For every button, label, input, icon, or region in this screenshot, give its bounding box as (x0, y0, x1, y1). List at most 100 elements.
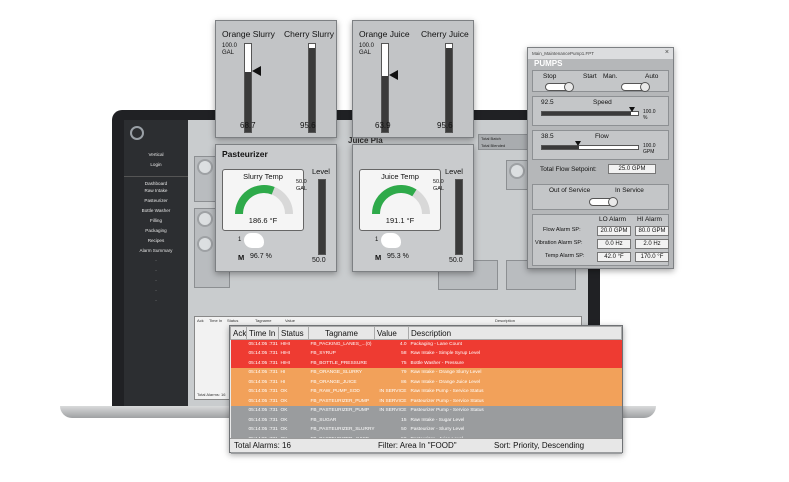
nav-item[interactable]: Vertical (124, 150, 188, 160)
nav-item[interactable]: Packaging (124, 226, 188, 236)
nav-item[interactable]: · (124, 256, 188, 266)
tank-name: Cherry Slurry (284, 29, 335, 39)
slider-fill (542, 112, 631, 115)
slurry-temp-gauge: Slurry Temp 186.6 °F (222, 169, 304, 231)
tank-tube (445, 43, 453, 133)
speed-value: 92.5 (541, 99, 554, 106)
nav-item[interactable]: Dashboard (124, 176, 188, 186)
service-section: Out of Service In Service (532, 184, 669, 210)
value-cell: IN SERVICE (379, 389, 407, 395)
tank-scale-unit: GAL (222, 50, 235, 56)
tank-name: Orange Slurry (222, 29, 275, 39)
col-tagname[interactable]: Tagname (308, 326, 375, 340)
status-cell: HI (280, 379, 286, 385)
tank-scale: 100.0 GAL (222, 43, 237, 57)
description-cell: Pasteurizer Pump - Service Status (410, 408, 484, 414)
pumps-window: Main_MaintenancePump1.FPT × PUMPS Stop S… (527, 47, 674, 269)
mode-label: M (238, 253, 245, 262)
setpoint-label: Total Flow Setpoint: (540, 166, 597, 173)
time-cell: 05:14:05 :731 (248, 408, 278, 414)
nav-item[interactable]: · (124, 286, 188, 296)
pump-icon[interactable] (381, 233, 401, 248)
tank-value: 63.9 (375, 121, 391, 130)
auto-label: Auto (645, 73, 659, 80)
level-scale: 50.0 GAL (296, 179, 307, 192)
toggle-knob (640, 82, 650, 92)
laptop-alarm-header: Tagname (255, 318, 272, 323)
tank-value: 95.6 (437, 121, 453, 130)
ack-cell (231, 387, 247, 397)
nav-item[interactable]: Bottle Washer (124, 206, 188, 216)
level-scale-top: 50.0 (296, 179, 307, 185)
nav-item[interactable]: Alarm Summary (124, 246, 188, 256)
alarm-row[interactable]: 05:14:05 :731 OK FB_PASTEURIZER_PUMP IN SER… (230, 396, 622, 406)
col-value[interactable]: Value (374, 326, 409, 340)
alarm-row[interactable]: 05:14:05 :731 OK FB_PASTEURIZER_SLURRY 50 Pa… (230, 425, 622, 435)
alarm-row[interactable]: 05:14:05 :731 HIHI FB_SYRUP 58 Raw Intake - … (230, 349, 622, 359)
tag-cell: FB_BOTTLE_PRESSURE (310, 360, 368, 366)
toggle-knob (608, 197, 618, 207)
speed-max: 100.0% (643, 109, 656, 121)
alarm-row[interactable]: 05:14:05 :731 HI FB_ORANGE_SLURRY 79 Raw Int… (230, 368, 622, 378)
nav-item[interactable]: Login (124, 160, 188, 170)
tank-value: 68.7 (240, 121, 256, 130)
hi-alarm-header: HI Alarm (637, 216, 662, 223)
tank-pointer-icon[interactable] (389, 70, 398, 81)
window-titlebar: Main_MaintenancePump1.FPT × (528, 48, 673, 59)
alarm-row[interactable]: 05:14:05 :731 HI FB_ORANGE_JUICE 86 Raw Inta… (230, 377, 622, 388)
status-cell: OK (280, 408, 288, 414)
start-stop-toggle[interactable] (545, 82, 574, 92)
tank-tube (308, 43, 316, 133)
flow-slider[interactable] (541, 145, 639, 150)
col-description[interactable]: Description (408, 326, 622, 340)
alarm-header-row: Ack Time In Status Tagname Value Descrip… (230, 326, 622, 340)
nav-item[interactable]: Filling (124, 216, 188, 226)
alarm-row[interactable]: 05:14:05 :731 HIHI FB_PACKING_LANES_...(0)… (230, 339, 622, 350)
service-toggle[interactable] (589, 197, 618, 207)
col-time-in[interactable]: Time In (246, 326, 279, 340)
temp-alarm-lo-field[interactable]: 42.0 °F (597, 252, 631, 262)
pump-icon[interactable] (244, 233, 264, 248)
alarm-row[interactable]: 05:14:05 :731 OK FB_RAW_PUMP_SOD IN SERVICE… (230, 387, 622, 397)
speed-label: Speed (593, 99, 612, 106)
level-scale: 50.0 GAL (433, 179, 444, 192)
time-cell: 05:14:05 :731 (248, 370, 278, 376)
alarm-row[interactable]: 05:14:05 :731 OK FB_PASTEURIZER_PUMP IN SER… (230, 406, 622, 416)
nav-item[interactable]: Recipes (124, 236, 188, 246)
slurry-tanks-panel: Orange Slurry 100.0 GAL 68.7 Cherry Slurr… (215, 20, 337, 138)
nav-item[interactable]: Raw Intake (124, 186, 188, 196)
flow-max: 100.0 GPM (643, 143, 656, 155)
vibration-alarm-hi-field[interactable]: 2.0 Hz (635, 239, 669, 249)
setpoint-field[interactable]: 25.0 GPM (608, 164, 656, 174)
ack-cell (231, 340, 247, 350)
man-auto-toggle[interactable] (621, 82, 650, 92)
time-cell: 05:14:05 :731 (248, 389, 278, 395)
nav-item[interactable]: Pasteurizer (124, 196, 188, 206)
nav-item[interactable]: · (124, 266, 188, 276)
status-cell: HIHI (280, 342, 291, 347)
value-cell: 79 (401, 370, 407, 376)
flow-alarm-hi-field[interactable]: 80.0 GPM (635, 226, 669, 236)
nav-item[interactable]: · (124, 296, 188, 306)
ack-cell (231, 349, 247, 359)
tank-pointer-icon[interactable] (252, 66, 261, 77)
speed-slider[interactable] (541, 111, 639, 116)
nav-item[interactable]: · (124, 276, 188, 286)
alarm-row[interactable]: 05:14:05 :731 OK FB_SUGAR 15 Raw Intake - Su… (230, 415, 622, 425)
flow-alarm-lo-field[interactable]: 20.0 GPM (597, 226, 631, 236)
pasteurizer-panel: Pasteurizer Slurry Temp 186.6 °F Level 5… (215, 144, 337, 272)
flow-value: 38.5 (541, 133, 554, 140)
gauge-arc (235, 185, 275, 215)
temp-alarm-hi-field[interactable]: 170.0 °F (635, 252, 669, 262)
vibration-alarm-lo-field[interactable]: 0.0 Hz (597, 239, 631, 249)
alarm-row[interactable]: 05:14:05 :731 HIHI FB_BOTTLE_PRESSURE 75 Bot… (230, 358, 622, 368)
lo-alarm-header: LO Alarm (599, 216, 627, 223)
ack-cell (231, 425, 247, 435)
tank-fill (309, 47, 315, 132)
col-ack[interactable]: Ack (230, 326, 247, 340)
tag-cell: FB_PACKING_LANES_...(0) (310, 342, 372, 347)
col-status[interactable]: Status (278, 326, 309, 340)
mode-section: Stop Start Man. Auto (532, 70, 669, 92)
close-icon[interactable]: × (665, 49, 669, 56)
ack-cell (231, 378, 247, 388)
